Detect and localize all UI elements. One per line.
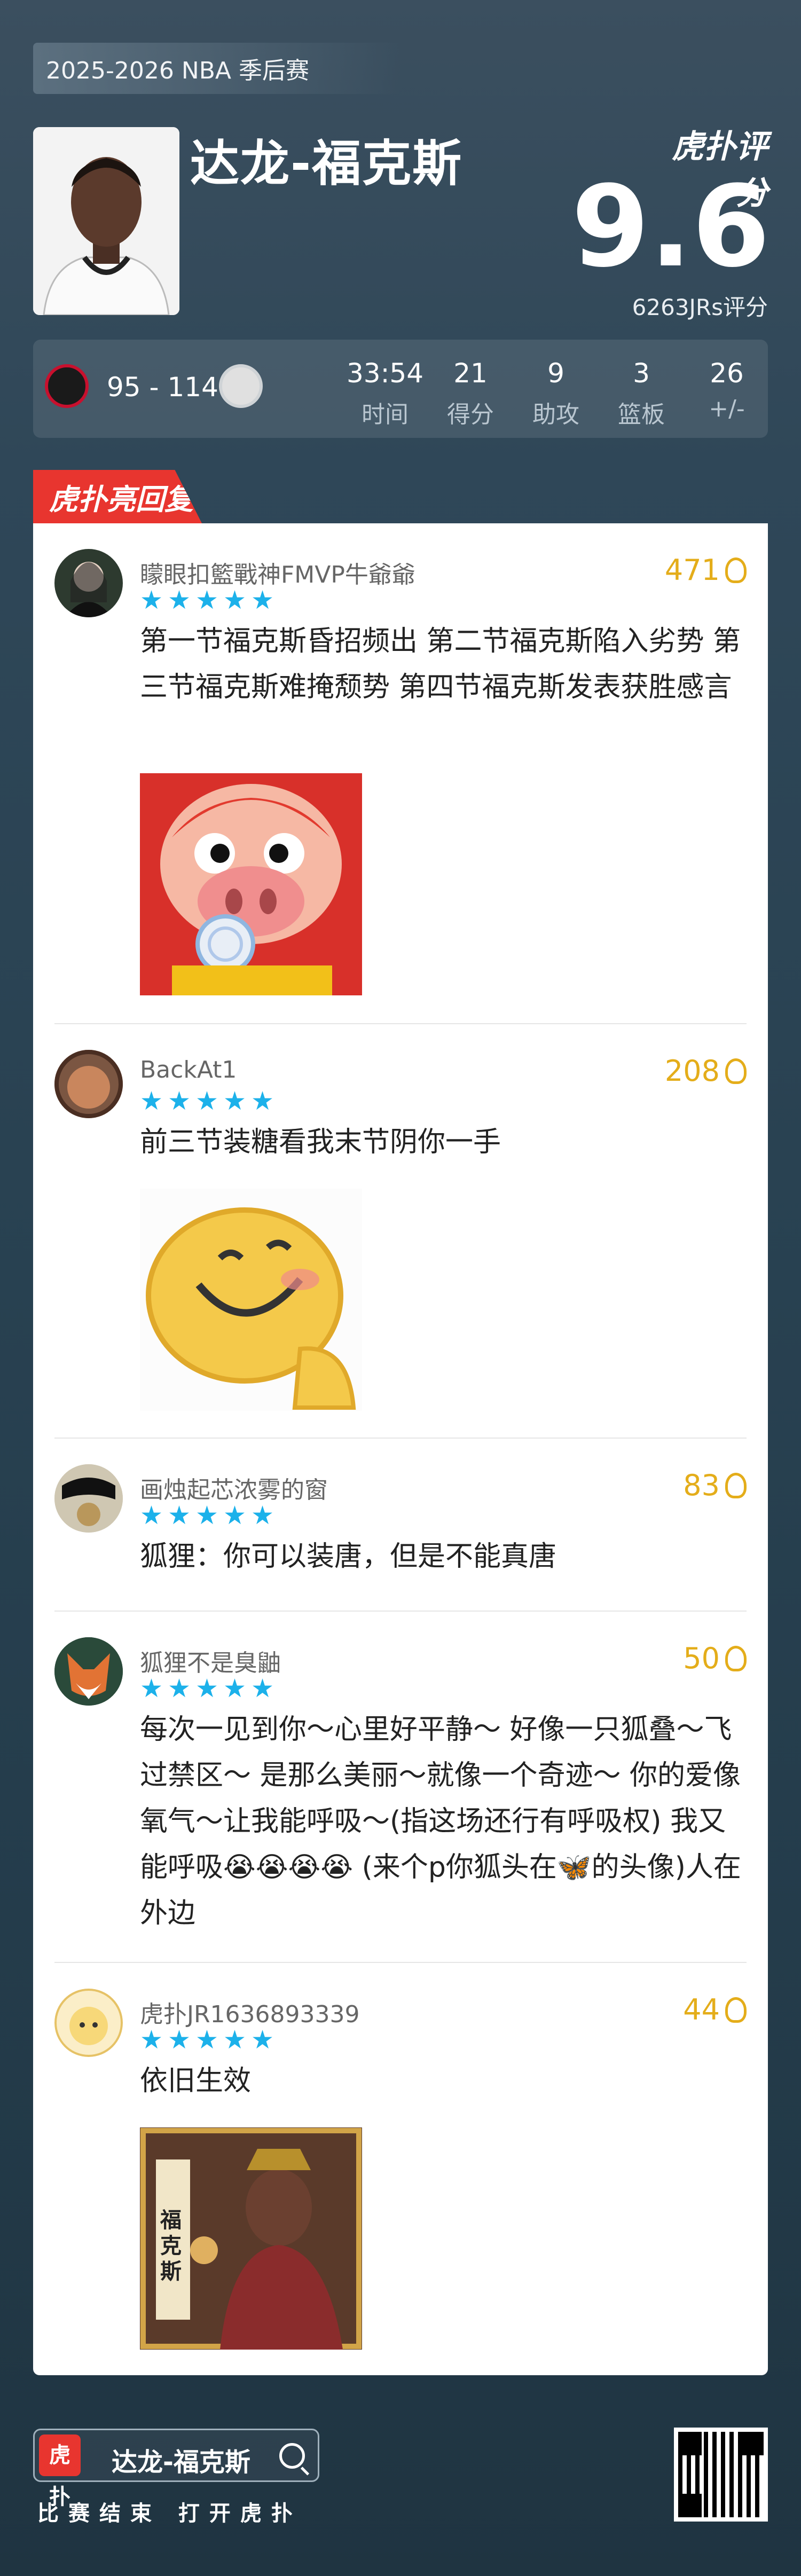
comments-card: 矇眼扣籃戰神FMVP牛爺爺 ★ ★ ★ ★ ★ 471 第一节福克斯昏招频出 第二节福克… bbox=[33, 523, 768, 2375]
avatar[interactable] bbox=[54, 1637, 123, 1706]
star-icon: ★ bbox=[223, 1674, 247, 1703]
avatar[interactable] bbox=[54, 1989, 123, 2057]
gg-bond-pig-sticker bbox=[140, 773, 362, 995]
star-icon: ★ bbox=[168, 2025, 191, 2055]
player-name: 达龙-福克斯 bbox=[190, 135, 463, 192]
footer-search-text: 达龙-福克斯 bbox=[112, 2447, 250, 2477]
star-icon: ★ bbox=[251, 585, 274, 615]
stat-rebounds: 3 篮板 bbox=[618, 358, 665, 428]
comment-item: 画烛起芯浓雾的窗 ★ ★ ★ ★ ★ 83 狐狸：你可以装唐，但是不能真唐 bbox=[54, 1464, 747, 1592]
star-icon: ★ bbox=[223, 2025, 247, 2055]
lightbulb-icon bbox=[725, 1645, 747, 1671]
stat-plus-minus: 26 +/- bbox=[709, 358, 745, 422]
comment-item: 狐狸不是臭鼬 ★ ★ ★ ★ ★ 50 每次一见到你～心里好平静～ 好像一只狐叠～飞过禁… bbox=[54, 1637, 747, 1936]
qr-code bbox=[674, 2428, 768, 2522]
rating-stars: ★ ★ ★ ★ ★ bbox=[140, 1086, 274, 1116]
hot-replies-badge: 虎扑亮回复 bbox=[33, 470, 202, 523]
like-count[interactable]: 50 bbox=[683, 1642, 747, 1675]
comment-text: 前三节装糖看我末节阴你一手 bbox=[140, 1126, 501, 1158]
star-icon: ★ bbox=[140, 2025, 163, 2055]
avatar[interactable] bbox=[54, 549, 123, 617]
star-icon: ★ bbox=[140, 1501, 163, 1530]
star-icon: ★ bbox=[195, 2025, 219, 2055]
stat-points: 21 得分 bbox=[447, 358, 494, 428]
comment-text: 狐狸：你可以装唐，但是不能真唐 bbox=[140, 1541, 557, 1573]
star-icon: ★ bbox=[140, 1086, 163, 1116]
rating-stars: ★ ★ ★ ★ ★ bbox=[140, 1674, 274, 1703]
lightbulb-icon bbox=[725, 1472, 747, 1498]
sticker-caption: 福克斯 bbox=[160, 2208, 182, 2284]
star-icon: ★ bbox=[195, 585, 219, 615]
divider bbox=[54, 1438, 747, 1439]
divider bbox=[54, 1962, 747, 1963]
like-count[interactable]: 44 bbox=[683, 1993, 747, 2027]
like-count[interactable]: 471 bbox=[665, 553, 747, 587]
star-icon: ★ bbox=[168, 1501, 191, 1530]
star-icon: ★ bbox=[195, 1086, 219, 1116]
hupu-app-logo: 虎扑 bbox=[39, 2434, 81, 2509]
footer-search-bar[interactable]: 虎扑 达龙-福克斯 bbox=[33, 2429, 319, 2509]
star-icon: ★ bbox=[168, 585, 191, 615]
comment-item: BackAt1 ★ ★ ★ ★ ★ 208 前三节装糖看我末节阴你一手 bbox=[54, 1050, 747, 1424]
lightbulb-icon bbox=[725, 557, 747, 583]
star-icon: ★ bbox=[223, 1086, 247, 1116]
player-photo bbox=[33, 127, 179, 315]
star-icon: ★ bbox=[251, 1086, 274, 1116]
rating-stars: ★ ★ ★ ★ ★ bbox=[140, 1501, 274, 1530]
star-icon: ★ bbox=[251, 1674, 274, 1703]
star-icon: ★ bbox=[223, 1501, 247, 1530]
star-icon: ★ bbox=[140, 585, 163, 615]
comment-item: 虎扑JR1636893339 ★ ★ ★ ★ ★ 44 依旧生效 福克斯 bbox=[54, 1989, 747, 2357]
like-count[interactable]: 83 bbox=[683, 1468, 747, 1502]
username[interactable]: 画烛起芯浓雾的窗 bbox=[140, 1471, 328, 1505]
comment-text: 第一节福克斯昏招频出 第二节福克斯陷入劣势 第三节福克斯难掩颓势 第四节福克斯发… bbox=[140, 625, 741, 703]
home-team-logo-icon bbox=[45, 364, 89, 408]
star-icon: ★ bbox=[251, 1501, 274, 1530]
league-tag: 2025-2026 NBA 季后赛 bbox=[33, 43, 402, 94]
star-icon: ★ bbox=[140, 1674, 163, 1703]
star-icon: ★ bbox=[251, 2025, 274, 2055]
away-team-logo-icon bbox=[219, 364, 263, 408]
stat-assists: 9 助攻 bbox=[532, 358, 579, 428]
username[interactable]: BackAt1 bbox=[140, 1056, 237, 1083]
username[interactable]: 矇眼扣籃戰神FMVP牛爺爺 bbox=[140, 555, 415, 590]
player-rating-score: 9.6 bbox=[571, 161, 770, 292]
avatar[interactable] bbox=[54, 1050, 123, 1118]
star-icon: ★ bbox=[168, 1674, 191, 1703]
footer-caption: 比赛结束 打开虎扑 bbox=[37, 2501, 302, 2526]
username[interactable]: 狐狸不是臭鼬 bbox=[140, 1644, 281, 1678]
search-icon[interactable] bbox=[279, 2443, 305, 2469]
comment-item: 矇眼扣籃戰神FMVP牛爺爺 ★ ★ ★ ★ ★ 471 第一节福克斯昏招频出 第二节福克… bbox=[54, 549, 747, 1008]
rating-stars: ★ ★ ★ ★ ★ bbox=[140, 585, 274, 615]
divider bbox=[54, 1023, 747, 1024]
game-score: 95 - 114 bbox=[107, 372, 218, 403]
game-stat-panel: 95 - 114 33:54 时间 21 得分 9 助攻 3 篮板 26 +/- bbox=[33, 340, 768, 438]
rating-stars: ★ ★ ★ ★ ★ bbox=[140, 2025, 274, 2055]
like-count[interactable]: 208 bbox=[665, 1054, 747, 1088]
star-icon: ★ bbox=[168, 1086, 191, 1116]
divider bbox=[54, 1611, 747, 1612]
star-icon: ★ bbox=[195, 1674, 219, 1703]
smiley-sticker bbox=[140, 1189, 362, 1411]
rating-count: 6263JRs评分 bbox=[632, 294, 768, 320]
lightbulb-icon bbox=[725, 1058, 747, 1084]
fox-card-sticker: 福克斯 bbox=[140, 2127, 362, 2350]
comment-text: 依旧生效 bbox=[140, 2065, 252, 2097]
avatar[interactable] bbox=[54, 1464, 123, 1533]
username[interactable]: 虎扑JR1636893339 bbox=[140, 1995, 360, 2029]
lightbulb-icon bbox=[725, 1997, 747, 2023]
comment-text: 每次一见到你～心里好平静～ 好像一只狐叠～飞过禁区～ 是那么美丽～就像一个奇迹～… bbox=[140, 1714, 741, 1929]
star-icon: ★ bbox=[223, 585, 247, 615]
stat-minutes: 33:54 时间 bbox=[346, 358, 424, 428]
star-icon: ★ bbox=[195, 1501, 219, 1530]
